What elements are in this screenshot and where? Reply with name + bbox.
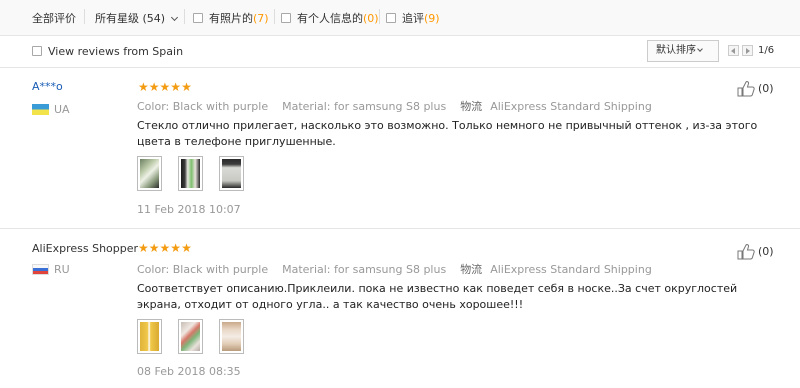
thumbs-up-icon [737, 244, 755, 260]
review-text: Стекло отлично прилегает, насколько это … [137, 119, 758, 148]
shipping-method: AliExpress Standard Shipping [490, 263, 652, 276]
filter-follow-up-label: 追评 [402, 12, 424, 25]
arrow-left-icon [731, 48, 735, 54]
thumbs-up-icon [737, 81, 755, 97]
helpful-count: (0) [758, 82, 774, 95]
star-icon: ★ [170, 241, 182, 255]
page-indicator: 1/6 [758, 45, 775, 56]
helpful-count: (0) [758, 245, 774, 258]
checkbox-icon[interactable] [281, 13, 291, 23]
reviewer-country: UA [54, 103, 70, 116]
filter-with-photos[interactable]: 有照片的(7) [193, 10, 269, 26]
review-photo[interactable] [219, 319, 244, 354]
sort-bar: View reviews from Spain 默认排序 1/6 [0, 36, 800, 68]
logistics-label: 物流 [460, 263, 483, 276]
flag-ru-icon [32, 264, 49, 275]
reviewer-name[interactable]: A***o [32, 80, 63, 93]
star-icon: ★ [138, 80, 149, 94]
filter-personal-info-label: 有个人信息的 [297, 12, 363, 25]
star-rating: ★★★★★ [138, 242, 192, 254]
view-spain-label: View reviews from Spain [48, 45, 184, 58]
star-icon: ★ [148, 80, 160, 94]
review-date: 11 Feb 2018 10:07 [137, 203, 241, 216]
reviewer-country: RU [54, 263, 70, 276]
checkbox-icon[interactable] [193, 13, 203, 23]
filter-all-reviews[interactable]: 全部评价 [32, 10, 76, 26]
filter-bar: 全部评价 所有星级 (54) 有照片的(7) 有个人信息的(0) 追评(9) [0, 0, 800, 36]
shipping-method: AliExpress Standard Shipping [490, 100, 652, 113]
arrow-right-icon [746, 48, 750, 54]
order-color: Color: Black with purple [137, 263, 269, 276]
star-icon: ★ [181, 80, 192, 94]
filter-star-label: 所有星级 (54) [95, 12, 166, 25]
order-info: Color: Black with purple Material: for sa… [137, 98, 652, 114]
sort-label: 默认排序 [656, 45, 696, 56]
review-item: AliExpress Shopper RU ★★★★★ Color: Black… [0, 230, 800, 388]
divider [379, 9, 380, 24]
chevron-down-icon [171, 13, 179, 22]
review-photo[interactable] [219, 156, 244, 191]
review-photo[interactable] [137, 156, 162, 191]
checkbox-icon[interactable] [32, 46, 42, 56]
flag-ua-icon [32, 104, 49, 115]
helpful-button[interactable]: (0) [737, 243, 774, 260]
helpful-button[interactable]: (0) [737, 80, 774, 97]
reviewer-name[interactable]: AliExpress Shopper [32, 242, 138, 255]
order-color: Color: Black with purple [137, 100, 269, 113]
divider [184, 9, 185, 24]
filter-personal-info[interactable]: 有个人信息的(0) [281, 10, 379, 26]
next-page-button[interactable] [742, 45, 753, 56]
filter-follow-up[interactable]: 追评(9) [386, 10, 440, 26]
logistics-label: 物流 [460, 100, 483, 113]
review-date: 08 Feb 2018 08:35 [137, 365, 241, 378]
star-rating: ★★★★★ [138, 81, 192, 93]
divider [274, 9, 275, 24]
review-text: Соответствует описанию.Приклеили. пока н… [137, 282, 738, 311]
review-photo[interactable] [178, 319, 203, 354]
prev-page-button[interactable] [728, 45, 739, 56]
star-icon: ★ [159, 80, 171, 94]
checkbox-icon[interactable] [386, 13, 396, 23]
star-icon: ★ [181, 241, 192, 255]
star-icon: ★ [159, 241, 171, 255]
star-icon: ★ [170, 80, 182, 94]
star-icon: ★ [148, 241, 160, 255]
filter-follow-up-count: (9) [424, 12, 440, 25]
filter-with-photos-label: 有照片的 [209, 12, 253, 25]
chevron-down-icon [697, 46, 703, 52]
order-info: Color: Black with purple Material: for sa… [137, 261, 652, 277]
filter-star-dropdown[interactable]: 所有星级 (54) [95, 10, 179, 26]
order-material: Material: for samsung S8 plus [282, 263, 447, 276]
review-photo[interactable] [137, 319, 162, 354]
review-item: A***o UA ★★★★★ Color: Black with purple M… [0, 69, 800, 229]
filter-with-photos-count: (7) [253, 12, 269, 25]
sort-dropdown[interactable]: 默认排序 [647, 40, 719, 62]
order-material: Material: for samsung S8 plus [282, 100, 447, 113]
view-spain-reviews[interactable]: View reviews from Spain [32, 45, 183, 58]
filter-personal-info-count: (0) [363, 12, 379, 25]
star-icon: ★ [138, 241, 149, 255]
review-photo[interactable] [178, 156, 203, 191]
divider [84, 9, 85, 24]
